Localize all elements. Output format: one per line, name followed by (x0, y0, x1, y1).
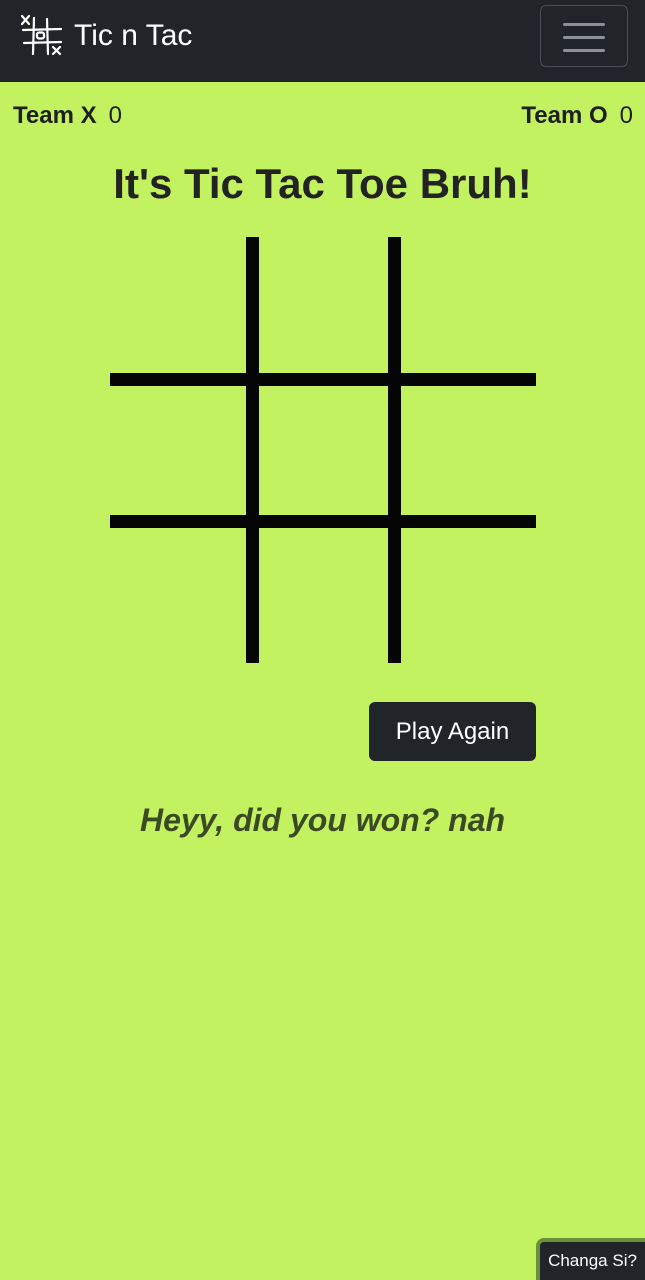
brand-name: Tic n Tac (74, 19, 193, 52)
result-message: Heyy, did you won? nah (139, 802, 506, 838)
play-again-button[interactable]: Play Again (369, 702, 536, 761)
language-toggle-button[interactable]: Changa Si? (536, 1238, 645, 1280)
team-o-label: Team O (521, 102, 608, 129)
board-cell-4[interactable] (110, 382, 246, 518)
tic-tac-toe-logo-icon (20, 14, 63, 56)
grid-line-vertical-1 (246, 237, 259, 663)
board-cell-5[interactable] (255, 382, 391, 518)
grid-line-horizontal-1 (110, 373, 536, 386)
board-cell-1[interactable] (110, 237, 246, 373)
navbar: Tic n Tac (0, 0, 645, 82)
game-board (110, 237, 536, 663)
page-title: It's Tic Tac Toe Bruh! (113, 160, 532, 207)
board-cell-9[interactable] (400, 527, 536, 663)
board-cell-8[interactable] (255, 527, 391, 663)
team-x-label: Team X (13, 102, 97, 129)
grid-line-vertical-2 (388, 237, 401, 663)
board-cell-7[interactable] (110, 527, 246, 663)
board-cell-2[interactable] (255, 237, 391, 373)
board-cell-3[interactable] (400, 237, 536, 373)
brand-link[interactable]: Tic n Tac (20, 14, 192, 58)
team-x-score: Team X 0 (13, 100, 122, 132)
board-cell-6[interactable] (400, 382, 536, 518)
hamburger-menu-icon (563, 23, 605, 53)
grid-line-horizontal-2 (110, 515, 536, 528)
team-x-score-value: 0 (108, 102, 122, 129)
menu-toggle-button[interactable] (540, 5, 628, 67)
team-o-score: Team O 0 (521, 100, 633, 132)
team-o-score-value: 0 (619, 102, 633, 129)
